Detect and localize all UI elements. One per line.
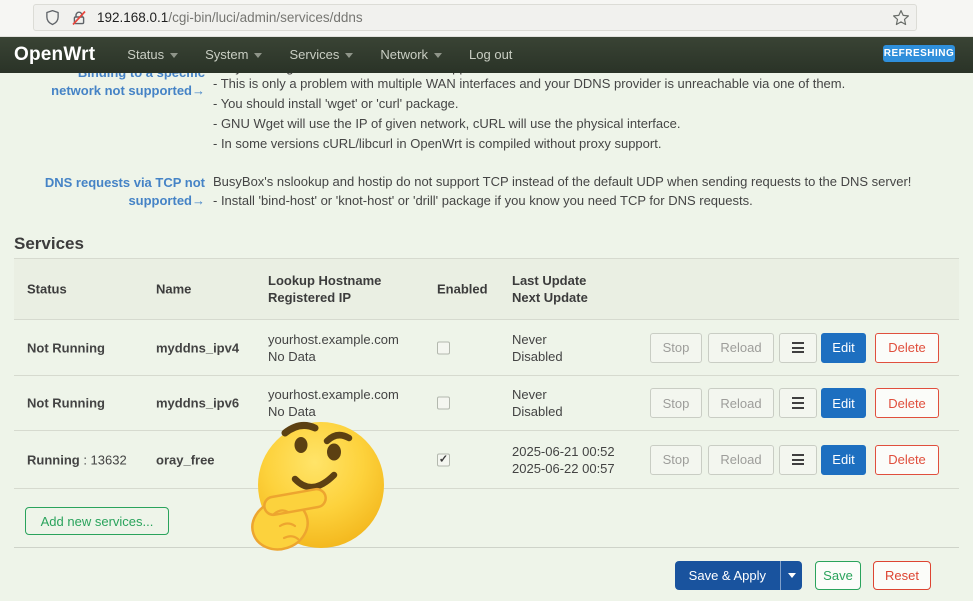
- table-row: Not Running myddns_ipv4 yourhost.example…: [14, 320, 959, 376]
- help-link-dns-tcp[interactable]: DNS requests via TCP not supported→: [0, 174, 205, 210]
- url-path: /cgi-bin/luci/admin/services/ddns: [168, 10, 362, 25]
- nav-item-system[interactable]: System: [205, 47, 262, 62]
- nav-item-network[interactable]: Network: [380, 47, 442, 62]
- col-header-enabled: Enabled: [437, 281, 488, 298]
- update-cell: NeverDisabled: [512, 386, 563, 420]
- update-cell: 2025-06-21 00:522025-06-22 00:57: [512, 443, 615, 477]
- address-bar[interactable]: 192.168.0.1/cgi-bin/luci/admin/services/…: [33, 4, 917, 31]
- screen: 192.168.0.1/cgi-bin/luci/admin/services/…: [0, 0, 973, 601]
- status-cell: Not Running: [27, 395, 105, 412]
- edit-button[interactable]: Edit: [821, 445, 866, 475]
- reload-button[interactable]: Reload: [708, 388, 774, 418]
- col-header-update: Last UpdateNext Update: [512, 272, 588, 306]
- page-title: Services: [14, 234, 84, 254]
- row-actions: Stop Reload Edit Delete: [650, 333, 939, 363]
- nav-menu: Status System Services Network Log out: [127, 47, 539, 62]
- stop-button[interactable]: Stop: [650, 333, 702, 363]
- help-text-binding: - This is only a problem with multiple W…: [213, 74, 961, 154]
- chevron-down-icon: [170, 53, 178, 58]
- more-button[interactable]: [779, 445, 817, 475]
- divider: [14, 547, 959, 548]
- col-header-name: Name: [156, 281, 191, 298]
- table-row: Not Running myddns_ipv6 yourhost.example…: [14, 376, 959, 431]
- delete-button[interactable]: Delete: [875, 388, 939, 418]
- edit-button[interactable]: Edit: [821, 388, 866, 418]
- navbar: OpenWrt Status System Services Network L…: [0, 36, 973, 73]
- update-cell: NeverDisabled: [512, 331, 563, 365]
- nav-item-status[interactable]: Status: [127, 47, 178, 62]
- row-actions: Stop Reload Edit Delete: [650, 445, 939, 475]
- more-button[interactable]: [779, 388, 817, 418]
- table-row: Running : 13632 oray_free ✓ 2025-06-21 0…: [14, 431, 959, 489]
- delete-button[interactable]: Delete: [875, 445, 939, 475]
- url-text[interactable]: 192.168.0.1/cgi-bin/luci/admin/services/…: [97, 10, 363, 25]
- enabled-checkbox[interactable]: [437, 341, 450, 354]
- hamburger-icon: [792, 342, 804, 344]
- hostname-cell: yourhost.example.comNo Data: [268, 331, 399, 365]
- chevron-down-icon: [788, 573, 796, 578]
- chevron-down-icon: [345, 53, 353, 58]
- services-table: Status Name Lookup HostnameRegistered IP…: [14, 258, 959, 489]
- name-cell: myddns_ipv4: [156, 339, 239, 356]
- row-actions: Stop Reload Edit Delete: [650, 388, 939, 418]
- check-icon: ✓: [439, 454, 448, 465]
- delete-button[interactable]: Delete: [875, 333, 939, 363]
- url-host: 192.168.0.1: [97, 10, 168, 25]
- insecure-lock-icon[interactable]: [71, 10, 87, 26]
- save-apply-dropdown[interactable]: [780, 561, 802, 590]
- reload-button[interactable]: Reload: [708, 445, 774, 475]
- refreshing-badge[interactable]: REFRESHING: [883, 45, 955, 62]
- nav-item-services[interactable]: Services: [289, 47, 353, 62]
- reload-button[interactable]: Reload: [708, 333, 774, 363]
- name-cell: oray_free: [156, 451, 215, 468]
- brand-logo[interactable]: OpenWrt: [14, 44, 95, 66]
- stop-button[interactable]: Stop: [650, 388, 702, 418]
- name-cell: myddns_ipv6: [156, 395, 239, 412]
- table-header-row: Status Name Lookup HostnameRegistered IP…: [14, 258, 959, 320]
- save-button[interactable]: Save: [815, 561, 861, 590]
- status-cell: Not Running: [27, 339, 105, 356]
- thinking-face-emoji: [250, 419, 386, 562]
- reset-button[interactable]: Reset: [873, 561, 931, 590]
- help-text-dns-tcp: BusyBox's nslookup and hostip do not sup…: [213, 172, 961, 210]
- more-button[interactable]: [779, 333, 817, 363]
- footer-actions: Save & Apply Save Reset: [0, 561, 959, 590]
- enabled-checkbox[interactable]: ✓: [437, 453, 450, 466]
- status-cell: Running : 13632: [27, 451, 127, 468]
- add-new-services-button[interactable]: Add new services...: [25, 507, 169, 535]
- col-header-hostname: Lookup HostnameRegistered IP: [268, 272, 381, 306]
- save-apply-split-button: Save & Apply: [675, 561, 802, 590]
- bookmark-star-icon[interactable]: [888, 5, 914, 31]
- stop-button[interactable]: Stop: [650, 445, 702, 475]
- nav-item-logout[interactable]: Log out: [469, 47, 512, 62]
- browser-toolbar: 192.168.0.1/cgi-bin/luci/admin/services/…: [0, 0, 973, 37]
- enabled-checkbox[interactable]: [437, 397, 450, 410]
- hamburger-icon: [792, 454, 804, 456]
- hamburger-icon: [792, 397, 804, 399]
- chevron-down-icon: [254, 53, 262, 58]
- save-apply-button[interactable]: Save & Apply: [675, 561, 780, 590]
- edit-button[interactable]: Edit: [821, 333, 866, 363]
- col-header-status: Status: [27, 281, 67, 298]
- shield-icon[interactable]: [45, 9, 60, 26]
- hostname-cell: yourhost.example.comNo Data: [268, 386, 399, 420]
- chevron-down-icon: [434, 53, 442, 58]
